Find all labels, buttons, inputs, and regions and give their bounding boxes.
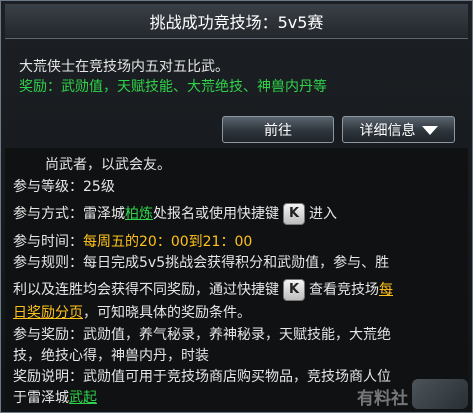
rewards-line-1: 参与奖励：武勋值，养气秘录，养神秘录，天赋技能，大荒绝 (13, 327, 391, 343)
npc-link-bailian[interactable]: 柏炼 (125, 206, 153, 222)
npc-link-wuqi[interactable]: 武起 (69, 390, 97, 406)
dialog-title: 挑战成功竞技场：5v5赛 (149, 13, 324, 32)
hotkey-k-icon: K (283, 279, 305, 301)
site-watermark: 有料社 (357, 379, 468, 409)
motto-text: 尚武者，以武会友。 (45, 157, 171, 173)
detail-info-button[interactable]: 详细信息 (342, 116, 455, 143)
activity-dialog: 挑战成功竞技场：5v5赛 大荒侠士在竞技场内五对五比武。 奖励：武勋值，天赋技能… (0, 0, 473, 413)
hotkey-k-icon: K (283, 203, 305, 225)
daily-reward-link-start[interactable]: 每 (379, 282, 393, 298)
watermark-logo-icon (412, 379, 468, 409)
rules-line-2: 利以及连胜均会获得不同奖励，通过快捷键 K 查看竞技场每 (13, 279, 393, 301)
reward-desc-line-1: 奖励说明：武勋值可用于竞技场商店购买物品，竞技场商人位 (13, 369, 391, 385)
intro-description: 大荒侠士在竞技场内五对五比武。 (19, 59, 229, 75)
detail-panel: 尚武者，以武会友。 参与等级：25级 参与方式：雷泽城柏炼处报名或使用快捷键 K 进… (5, 148, 468, 410)
daily-reward-link[interactable]: 日奖励分页 (13, 305, 83, 321)
reward-desc-line-2: 于雷泽城武起 (13, 390, 97, 406)
go-button-label: 前往 (264, 122, 292, 139)
chevron-down-icon (421, 126, 438, 135)
watermark-text: 有料社 (357, 389, 408, 409)
dialog-title-bar: 挑战成功竞技场：5v5赛 (5, 4, 468, 39)
intro-reward: 奖励：武勋值，天赋技能、大荒绝技、神兽内丹等 (19, 79, 327, 95)
rewards-line-2: 技，绝技心得，神兽内丹，时装 (13, 348, 209, 364)
rules-line-1: 参与规则：每日完成5v5挑战会获得积分和武勋值，参与、胜 (13, 255, 390, 271)
time-row: 参与时间：每周五的20：00到21：00 (13, 234, 253, 250)
go-button[interactable]: 前往 (222, 116, 334, 143)
method-row: 参与方式：雷泽城柏炼处报名或使用快捷键 K 进入 (13, 203, 337, 225)
detail-button-label: 详细信息 (359, 122, 416, 139)
rules-line-3: 日奖励分页，可知晓具体的奖励条件。 (13, 305, 251, 321)
intro-section: 大荒侠士在竞技场内五对五比武。 奖励：武勋值，天赋技能、大荒绝技、神兽内丹等 (19, 57, 327, 97)
level-row: 参与等级：25级 (13, 179, 115, 195)
